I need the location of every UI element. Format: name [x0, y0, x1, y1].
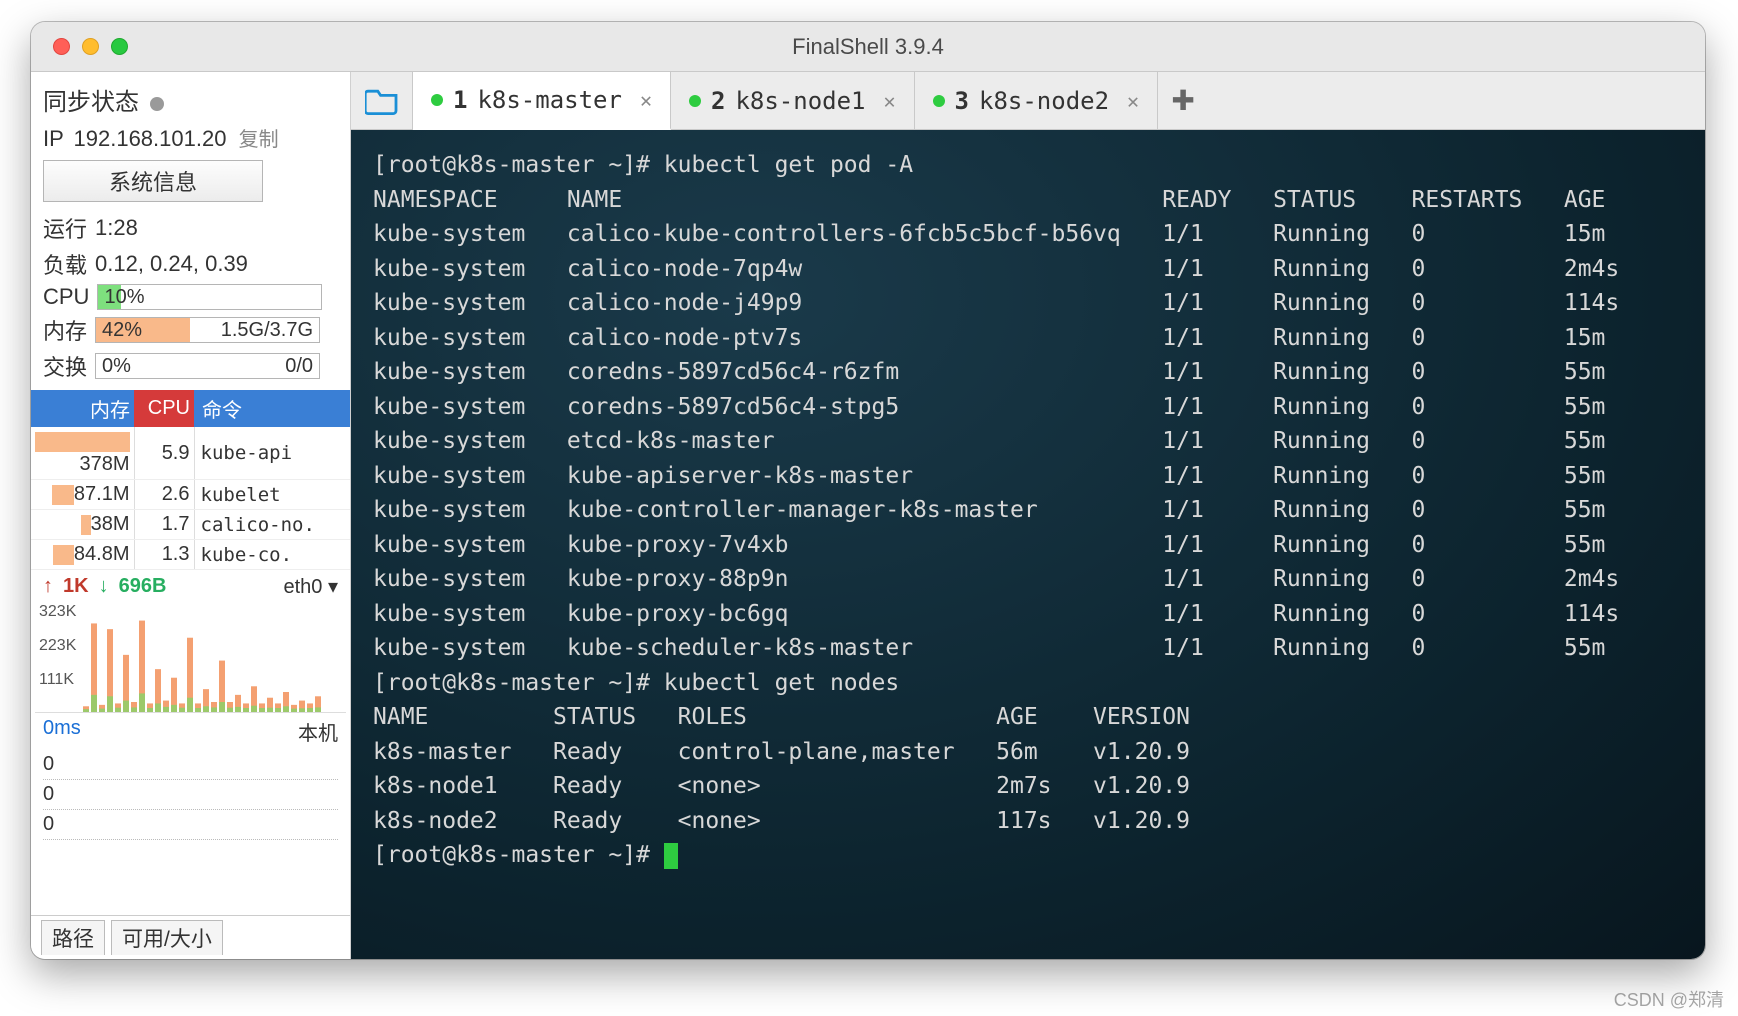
- tab-size[interactable]: 可用/大小: [111, 920, 223, 955]
- ip-label: IP: [43, 126, 63, 151]
- tab-k8s-master[interactable]: 1 k8s-master✕: [413, 72, 671, 130]
- watermark: CSDN @郑清: [1614, 986, 1724, 1012]
- list-item: 0: [43, 810, 338, 840]
- window-title: FinalShell 3.9.4: [792, 34, 944, 60]
- mem-label: 内存: [43, 314, 87, 346]
- table-row[interactable]: 87.1M2.6kubelet: [31, 480, 350, 510]
- sync-status: 同步状态: [31, 72, 350, 123]
- status-dot-icon: [150, 97, 164, 111]
- col-cmd[interactable]: 命令: [194, 390, 350, 427]
- cpu-label: CPU: [43, 284, 89, 310]
- net-down: 696B: [119, 575, 167, 598]
- load-value: 0.12, 0.24, 0.39: [95, 251, 248, 277]
- ping-local: 本机: [298, 717, 338, 746]
- swap-label: 交换: [43, 350, 87, 382]
- net-up: 1K: [63, 575, 89, 598]
- close-icon[interactable]: [53, 38, 70, 55]
- mem-row: 内存 42% 1.5G/3.7G: [31, 312, 350, 348]
- titlebar: FinalShell 3.9.4: [31, 22, 1705, 72]
- table-row[interactable]: 378M5.9kube-api: [31, 427, 350, 480]
- net-chart: 323K 223K 111K: [35, 603, 346, 713]
- arrow-down-icon: ↓: [99, 575, 109, 598]
- minimize-icon[interactable]: [82, 38, 99, 55]
- cpu-pct: 10%: [98, 286, 150, 309]
- swap-used: 0/0: [285, 355, 319, 378]
- ping-value: 0ms: [43, 717, 81, 746]
- system-info-button[interactable]: 系统信息: [43, 160, 263, 202]
- status-dot-icon: [689, 95, 701, 107]
- mem-bar: 42% 1.5G/3.7G: [95, 317, 320, 343]
- load-row: 负载 0.12, 0.24, 0.39: [31, 246, 350, 282]
- status-dot-icon: [431, 94, 443, 106]
- swap-pct: 0%: [96, 355, 137, 378]
- table-row[interactable]: 38M1.7calico-no.: [31, 510, 350, 540]
- tab-k8s-node2[interactable]: 3 k8s-node2✕: [915, 72, 1159, 129]
- folder-button[interactable]: [351, 72, 413, 129]
- uptime-label: 运行: [43, 212, 87, 244]
- table-row[interactable]: 84.8M1.3kube-co.: [31, 540, 350, 570]
- folder-icon: [365, 87, 399, 115]
- mem-used: 1.5G/3.7G: [221, 319, 319, 342]
- sync-label: 同步状态: [43, 89, 139, 116]
- uptime-row: 运行 1:28: [31, 210, 350, 246]
- maximize-icon[interactable]: [111, 38, 128, 55]
- cpu-bar: 10%: [97, 284, 322, 310]
- ping-row: 0ms 本机: [31, 713, 350, 750]
- bottom-tabs: 路径 可用/大小: [31, 915, 350, 959]
- net-row: ↑ 1K ↓ 696B eth0 ▾: [31, 570, 350, 603]
- list-item: 0: [43, 750, 338, 780]
- load-label: 负载: [43, 248, 87, 280]
- close-icon[interactable]: ✕: [640, 88, 652, 112]
- tab-k8s-node1[interactable]: 2 k8s-node1✕: [671, 72, 915, 129]
- ip-row: IP 192.168.101.20 复制: [31, 123, 350, 160]
- col-cpu[interactable]: CPU: [134, 390, 194, 427]
- close-icon[interactable]: ✕: [884, 89, 896, 113]
- uptime-value: 1:28: [95, 215, 138, 241]
- col-mem[interactable]: 内存: [31, 390, 134, 427]
- swap-row: 交换 0% 0/0: [31, 348, 350, 384]
- copy-button[interactable]: 复制: [239, 129, 279, 151]
- status-dot-icon: [933, 95, 945, 107]
- tabbar: 1 k8s-master✕2 k8s-node1✕3 k8s-node2✕ ✚: [351, 72, 1705, 130]
- new-tab-button[interactable]: ✚: [1158, 72, 1208, 129]
- swap-bar: 0% 0/0: [95, 353, 320, 379]
- arrow-up-icon: ↑: [43, 575, 53, 598]
- cpu-row: CPU 10%: [31, 282, 350, 312]
- close-icon[interactable]: ✕: [1127, 89, 1139, 113]
- ping-list: 000: [31, 750, 350, 840]
- list-item: 0: [43, 780, 338, 810]
- net-iface[interactable]: eth0 ▾: [283, 574, 338, 599]
- sidebar: 同步状态 IP 192.168.101.20 复制 系统信息 运行 1:28 负…: [31, 72, 351, 959]
- mem-pct: 42%: [96, 319, 148, 342]
- tab-path[interactable]: 路径: [41, 920, 105, 955]
- terminal[interactable]: [root@k8s-master ~]# kubectl get pod -A …: [351, 130, 1705, 959]
- ip-value: 192.168.101.20: [74, 126, 227, 151]
- process-table: 内存 CPU 命令 378M5.9kube-api87.1M2.6kubelet…: [31, 390, 350, 570]
